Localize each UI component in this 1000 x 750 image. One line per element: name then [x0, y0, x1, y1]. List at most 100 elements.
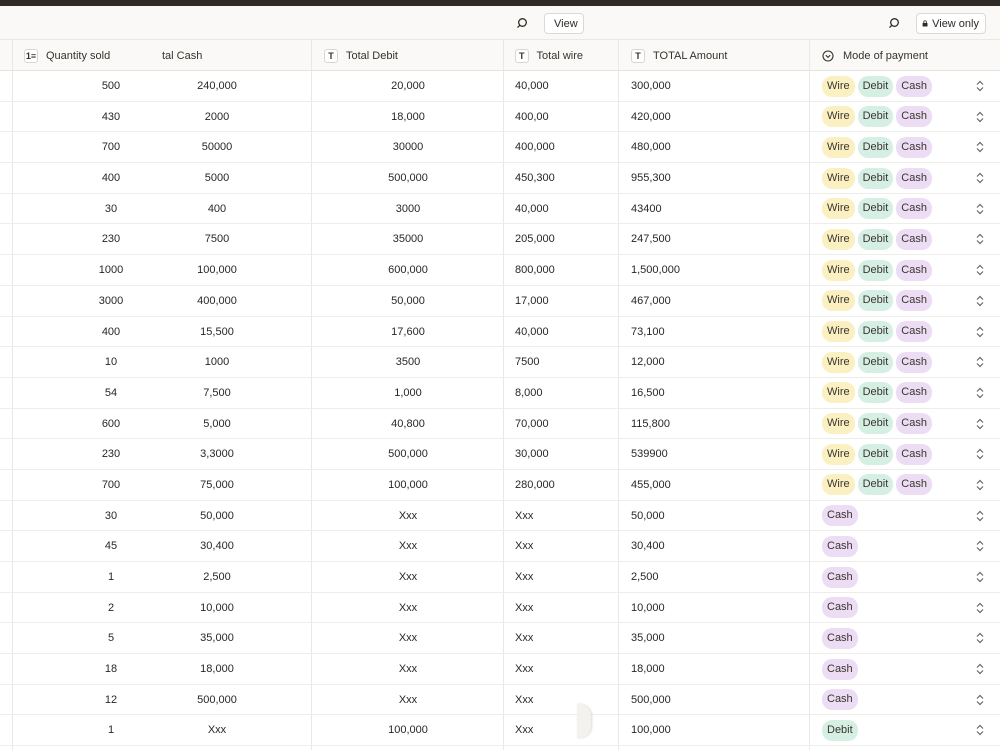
chevron-up-down-icon[interactable] — [974, 693, 988, 707]
debit-cell[interactable]: Xxx — [312, 685, 504, 715]
cash-cell[interactable]: 15,500 — [120, 317, 314, 347]
wire-cell[interactable]: Xxx — [515, 593, 533, 623]
table-row[interactable]: 30 50,000 Xxx Xxx 50,000 Cash — [0, 501, 1000, 532]
mode-cell[interactable]: Cash — [822, 685, 858, 715]
total-cell[interactable]: 955,300 — [631, 163, 671, 193]
wire-cell[interactable]: Xxx — [515, 654, 533, 684]
debit-cell[interactable]: Xxx — [312, 501, 504, 531]
mode-cell[interactable]: Wire Debit Cash — [822, 224, 932, 254]
table-row[interactable]: 2 10,000 Xxx Xxx 10,000 Cash — [0, 593, 1000, 624]
total-cell[interactable]: 30,400 — [631, 531, 665, 561]
total-cell[interactable]: 43400 — [631, 194, 662, 224]
mode-cell[interactable]: Debit — [822, 715, 858, 745]
mode-cell[interactable]: Wire Debit Cash — [822, 194, 932, 224]
wire-cell[interactable]: 800,000 — [515, 255, 555, 285]
total-cell[interactable]: 2,500 — [631, 562, 659, 592]
debit-cell[interactable]: 100,000 — [312, 715, 504, 745]
table-row[interactable]: 3000 400,000 50,000 17,000 467,000 Wire Debit C… — [0, 286, 1000, 317]
debit-cell[interactable]: 3000 — [312, 194, 504, 224]
debit-cell[interactable]: 17,600 — [312, 317, 504, 347]
total-cell[interactable]: 10,000 — [631, 593, 665, 623]
wire-cell[interactable]: 450,300 — [515, 163, 555, 193]
chevron-up-down-icon[interactable] — [974, 294, 988, 308]
mode-cell[interactable]: Wire Debit Cash — [822, 317, 932, 347]
total-cell[interactable]: 247,500 — [631, 224, 671, 254]
debit-cell[interactable]: Xxx — [312, 654, 504, 684]
table-row[interactable]: 30 400 3000 40,000 43400 Wire Debit Cash — [0, 194, 1000, 225]
total-cell[interactable]: 500,000 — [631, 685, 671, 715]
total-cell[interactable]: 455,000 — [631, 470, 671, 500]
cash-cell[interactable]: 2,500 — [120, 562, 314, 592]
debit-cell[interactable]: 18,000 — [312, 102, 504, 132]
table-row[interactable]: 10 1000 3500 7500 12,000 Wire Debit Cash — [0, 347, 1000, 378]
cash-cell[interactable]: 2000 — [120, 102, 314, 132]
chevron-up-down-icon[interactable] — [974, 79, 988, 93]
table-row[interactable]: 230 7500 35000 205,000 247,500 Wire Debit Cash — [0, 224, 1000, 256]
column-header-cash[interactable]: tal Cash — [162, 40, 302, 71]
table-row[interactable]: 700 50000 30000 400,000 480,000 Wire Debit Cash — [0, 132, 1000, 164]
cash-cell[interactable]: 75,000 — [120, 470, 314, 500]
chevron-up-down-icon[interactable] — [974, 232, 988, 246]
table-row[interactable]: 500 240,000 20,000 40,000 300,000 Wire Debit Ca… — [0, 71, 1000, 102]
total-cell[interactable]: 467,000 — [631, 286, 671, 316]
wire-cell[interactable]: Xxx — [515, 562, 533, 592]
table-row[interactable]: 430 2000 18,000 400,00 420,000 Wire Debit Cash — [0, 102, 1000, 133]
cash-cell[interactable]: 50000 — [120, 132, 314, 162]
wire-cell[interactable]: 40,000 — [515, 194, 549, 224]
total-cell[interactable]: 16,500 — [631, 378, 665, 408]
table-row[interactable]: 1000 100,000 600,000 800,000 1,500,000 Wire De… — [0, 255, 1000, 286]
wire-cell[interactable]: 40,000 — [515, 71, 549, 101]
chevron-up-down-icon[interactable] — [974, 723, 988, 737]
table-row[interactable]: 12 500,000 Xxx Xxx 500,000 Cash — [0, 685, 1000, 716]
total-cell[interactable]: 50,000 — [631, 501, 665, 531]
chevron-up-down-icon[interactable] — [974, 325, 988, 339]
debit-cell[interactable]: 1,000 — [312, 378, 504, 408]
mode-cell[interactable]: Wire Debit Cash — [822, 102, 932, 132]
cash-cell[interactable]: 30,400 — [120, 531, 314, 561]
wire-cell[interactable]: 8,000 — [515, 378, 543, 408]
mode-cell[interactable]: Wire Debit Cash — [822, 163, 932, 193]
view-only-button-left[interactable]: View — [544, 13, 584, 34]
view-only-button[interactable]: View only — [916, 13, 986, 34]
mode-cell[interactable]: Wire Debit Cash — [822, 255, 932, 285]
debit-cell[interactable]: 500,000 — [312, 163, 504, 193]
table-row[interactable]: 54 7,500 1,000 8,000 16,500 Wire Debit Cash — [0, 378, 1000, 409]
mode-cell[interactable]: Wire Debit Cash — [822, 132, 932, 162]
chevron-up-down-icon[interactable] — [974, 140, 988, 154]
table-row[interactable]: 1 2,500 Xxx Xxx 2,500 Cash — [0, 562, 1000, 593]
mode-cell[interactable]: Wire Debit Cash — [822, 71, 932, 101]
cash-cell[interactable]: 7,500 — [120, 378, 314, 408]
wire-cell[interactable]: 17,000 — [515, 286, 549, 316]
search-icon[interactable] — [887, 16, 901, 30]
total-cell[interactable]: 73,100 — [631, 317, 665, 347]
mode-cell[interactable]: Wire Debit Cash — [822, 409, 932, 439]
cash-cell[interactable]: 240,000 — [120, 71, 314, 101]
cash-cell[interactable]: 5,000 — [120, 409, 314, 439]
mode-cell[interactable]: Wire Debit Cash — [822, 347, 932, 377]
cash-cell[interactable]: 100,000 — [120, 255, 314, 285]
wire-cell[interactable]: Xxx — [515, 623, 533, 653]
cash-cell[interactable]: 400 — [120, 194, 314, 224]
debit-cell[interactable]: 40,800 — [312, 409, 504, 439]
column-header-mode[interactable]: Mode of payment — [822, 40, 992, 71]
debit-cell[interactable]: 500,000 — [312, 439, 504, 469]
wire-cell[interactable]: 7500 — [515, 347, 539, 377]
chevron-up-down-icon[interactable] — [974, 662, 988, 676]
table-row[interactable]: 400 5000 500,000 450,300 955,300 Wire Debit Cas… — [0, 163, 1000, 194]
cash-cell[interactable]: 7500 — [120, 224, 314, 254]
chevron-up-down-icon[interactable] — [974, 417, 988, 431]
total-cell[interactable]: 420,000 — [631, 102, 671, 132]
chevron-up-down-icon[interactable] — [974, 570, 988, 584]
total-cell[interactable]: 12,000 — [631, 347, 665, 377]
mode-cell[interactable]: Cash — [822, 654, 858, 684]
chevron-up-down-icon[interactable] — [974, 110, 988, 124]
debit-cell[interactable]: Xxx — [312, 593, 504, 623]
cash-cell[interactable]: Xxx — [120, 715, 314, 745]
wire-cell[interactable]: 40,000 — [515, 317, 549, 347]
column-header-total[interactable]: T TOTAL Amount — [631, 40, 801, 71]
mode-cell[interactable]: Cash — [822, 501, 858, 531]
table-row[interactable]: 18 18,000 Xxx Xxx 18,000 Cash — [0, 654, 1000, 685]
wire-cell[interactable]: 205,000 — [515, 224, 555, 254]
chevron-up-down-icon[interactable] — [974, 202, 988, 216]
cash-cell[interactable]: 3,3000 — [120, 439, 314, 469]
